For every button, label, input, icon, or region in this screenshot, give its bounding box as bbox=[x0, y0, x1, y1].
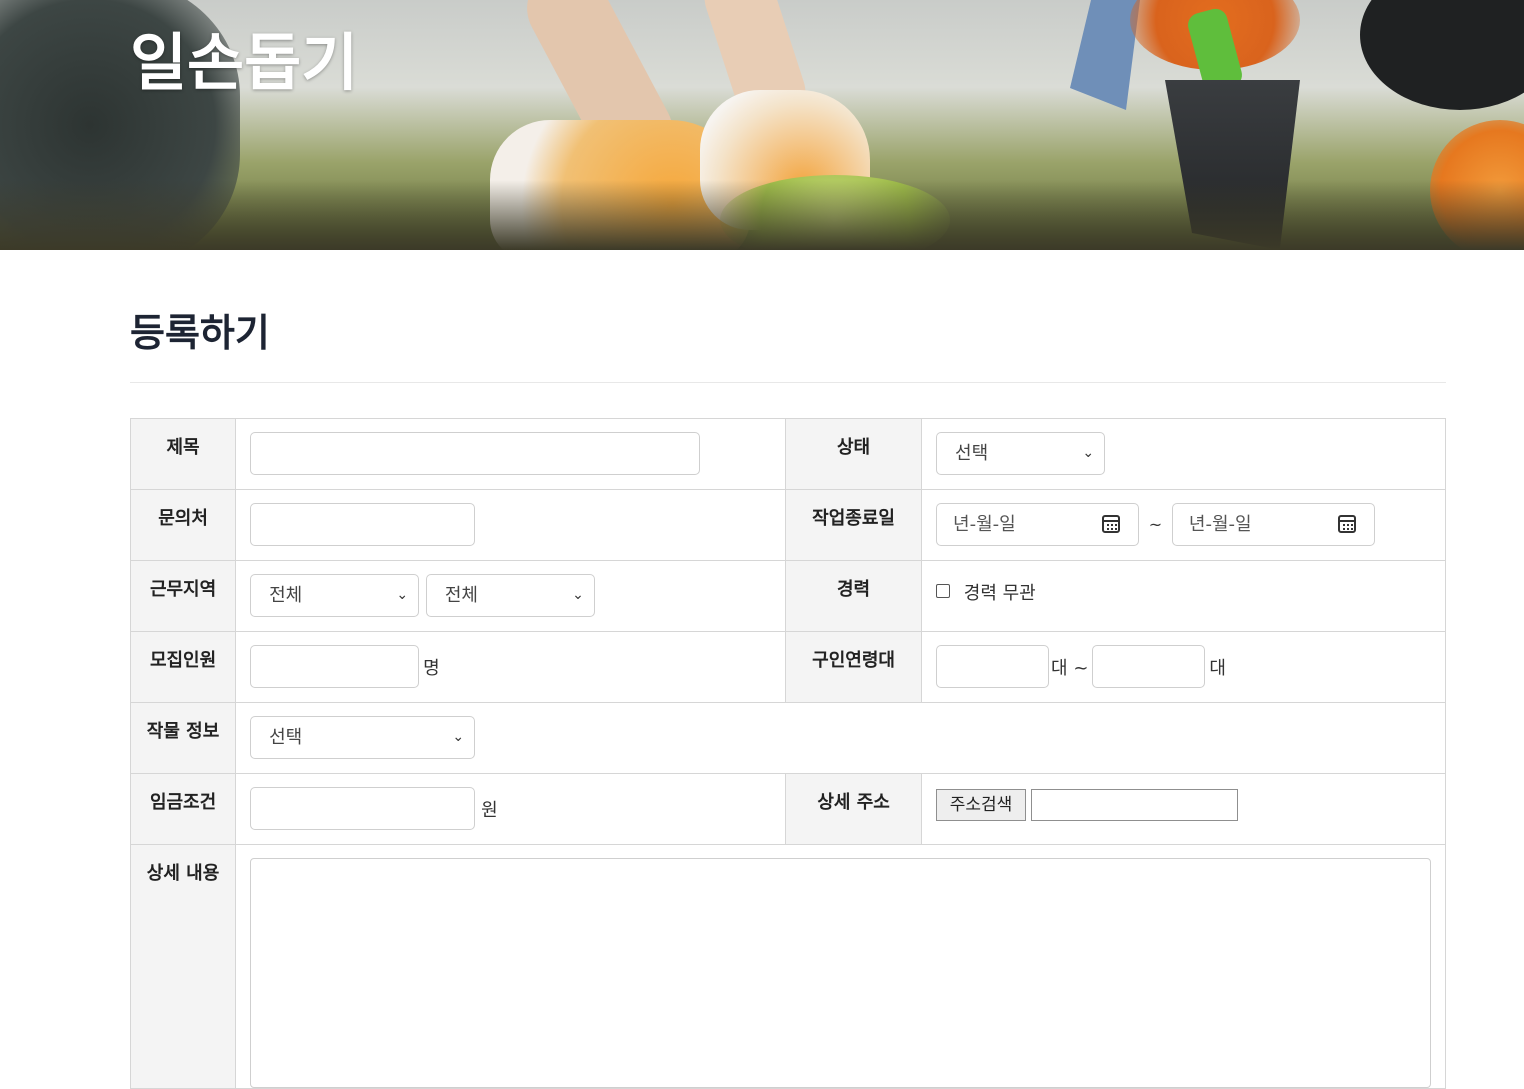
form-row: 작물 정보 선택 ⌄ bbox=[129, 702, 1446, 774]
career-checkbox[interactable] bbox=[936, 584, 951, 598]
region-secondary-value: 전체 bbox=[444, 585, 478, 606]
hero-photo-shadow bbox=[1360, 0, 1524, 110]
wage-unit: 원 bbox=[481, 799, 498, 821]
chevron-down-icon: ⌄ bbox=[452, 729, 465, 745]
title-label: 제목 bbox=[129, 418, 237, 490]
recruit-count-input[interactable] bbox=[250, 645, 420, 688]
detail-textarea[interactable] bbox=[250, 858, 1432, 1088]
career-checkbox-label[interactable]: 경력 무관 bbox=[964, 579, 1036, 605]
detail-label: 상세 내용 bbox=[129, 844, 237, 1089]
end-date-label: 작업종료일 bbox=[785, 489, 923, 561]
region-label: 근무지역 bbox=[129, 560, 237, 632]
hero-photo-soil bbox=[0, 180, 1524, 250]
form-row: 상세 내용 bbox=[129, 844, 1446, 1089]
age-to-input[interactable] bbox=[1092, 645, 1206, 688]
crop-select[interactable]: 선택 ⌄ bbox=[250, 716, 476, 759]
address-input[interactable] bbox=[1031, 789, 1239, 821]
main-content: 등록하기 제목 상태 선택 ⌄ 문의처 작업종료일 년-월-일 ~ 년-월-일 … bbox=[129, 250, 1446, 1089]
chevron-down-icon: ⌄ bbox=[396, 587, 409, 603]
start-date-placeholder: 년-월-일 bbox=[953, 514, 1016, 535]
calendar-icon[interactable] bbox=[1337, 515, 1356, 533]
form-row: 제목 상태 선택 ⌄ bbox=[129, 418, 1446, 490]
registration-form: 제목 상태 선택 ⌄ 문의처 작업종료일 년-월-일 ~ 년-월-일 근무지역 … bbox=[129, 418, 1446, 1089]
title-input[interactable] bbox=[250, 432, 701, 475]
contact-label: 문의처 bbox=[129, 489, 237, 561]
crop-label: 작물 정보 bbox=[129, 702, 237, 774]
age-label: 구인연령대 bbox=[785, 631, 923, 703]
calendar-icon[interactable] bbox=[1102, 515, 1121, 533]
page-title: 등록하기 bbox=[130, 311, 270, 355]
status-select[interactable]: 선택 ⌄ bbox=[936, 432, 1106, 475]
age-unit-to: 대 bbox=[1209, 657, 1226, 679]
address-search-button[interactable]: 주소검색 bbox=[936, 789, 1027, 821]
region-secondary-select[interactable]: 전체 ⌄ bbox=[425, 574, 595, 617]
chevron-down-icon: ⌄ bbox=[1082, 445, 1095, 461]
end-date-input[interactable]: 년-월-일 bbox=[1171, 503, 1375, 546]
form-row: 모집인원 명 구인연령대 대 ~ 대 bbox=[129, 631, 1446, 703]
crop-select-value: 선택 bbox=[269, 727, 303, 748]
wage-label: 임금조건 bbox=[129, 773, 237, 845]
wage-input[interactable] bbox=[250, 787, 476, 830]
contact-input[interactable] bbox=[250, 503, 476, 546]
age-unit-from: 대 ~ bbox=[1051, 657, 1089, 679]
date-separator: ~ bbox=[1148, 515, 1163, 534]
status-select-value: 선택 bbox=[955, 443, 989, 464]
age-from-input[interactable] bbox=[936, 645, 1050, 688]
address-label: 상세 주소 bbox=[785, 773, 923, 845]
end-date-placeholder: 년-월-일 bbox=[1188, 514, 1252, 535]
chevron-down-icon: ⌄ bbox=[572, 587, 584, 603]
site-title: 일손돕기 bbox=[130, 26, 359, 99]
recruit-label: 모집인원 bbox=[129, 631, 237, 703]
divider bbox=[130, 382, 1446, 383]
region-primary-select[interactable]: 전체 ⌄ bbox=[250, 574, 420, 617]
career-label: 경력 bbox=[785, 560, 923, 632]
status-label: 상태 bbox=[785, 418, 923, 490]
start-date-input[interactable]: 년-월-일 bbox=[936, 503, 1140, 546]
form-row: 임금조건 원 상세 주소 주소검색 bbox=[129, 773, 1446, 845]
region-primary-value: 전체 bbox=[269, 585, 303, 606]
recruit-unit: 명 bbox=[423, 657, 440, 679]
form-row: 문의처 작업종료일 년-월-일 ~ 년-월-일 bbox=[129, 489, 1446, 561]
hero-banner: 일손돕기 bbox=[0, 0, 1524, 250]
form-row: 근무지역 전체 ⌄ 전체 ⌄ 경력 경력 무관 bbox=[129, 560, 1446, 632]
